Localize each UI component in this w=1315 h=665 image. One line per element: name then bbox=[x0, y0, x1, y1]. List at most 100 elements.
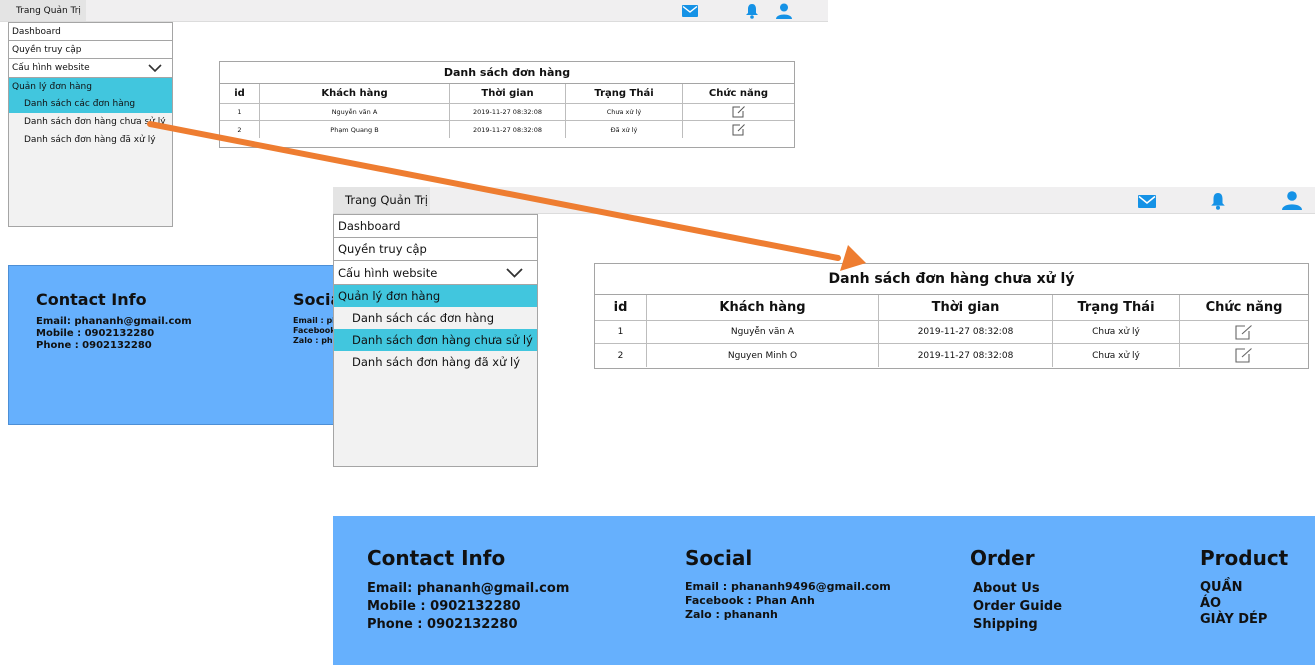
sidebar-item-access[interactable]: Quyền truy cập bbox=[334, 238, 537, 261]
sidebar-item-label: Cấu hình website bbox=[338, 265, 438, 280]
cell-customer: Nguyen Minh O bbox=[647, 344, 879, 367]
footer-contact-phone: Phone : 0902132280 bbox=[36, 340, 152, 351]
footer-link-about-us[interactable]: About Us bbox=[970, 580, 1062, 598]
cell-status: Chưa xử lý bbox=[1053, 344, 1180, 367]
footer-social-email[interactable]: Email : phananh9496@gmail.com bbox=[685, 580, 891, 594]
sidebar-item-label: Cấu hình website bbox=[12, 63, 90, 73]
sidebar-item-label: Quản lý đơn hàng bbox=[12, 81, 92, 92]
sidebar-item-label: Quản lý đơn hàng bbox=[338, 289, 441, 303]
brand-title: Trang Quản Trị bbox=[16, 5, 81, 16]
brand-tab[interactable]: Trang Quản Trị bbox=[333, 187, 430, 213]
footer-contact-phone: Phone : 0902132280 bbox=[367, 617, 518, 632]
footer-preview: Contact Info Email: phananh@gmail.com Mo… bbox=[8, 265, 443, 425]
footer-contact-mobile: Mobile : 0902132280 bbox=[36, 328, 155, 339]
footer-product-title: Product bbox=[1200, 546, 1289, 570]
footer-social-zalo[interactable]: Zalo : phananh bbox=[685, 608, 891, 622]
cell-time: 2019-11-27 08:32:08 bbox=[879, 321, 1053, 343]
footer-social: Social Email : phananh9496@gmail.com Fac… bbox=[685, 546, 891, 622]
mail-button[interactable] bbox=[680, 3, 700, 19]
notification-button[interactable] bbox=[742, 2, 762, 20]
cell-customer: Nguyễn văn A bbox=[647, 321, 879, 343]
sidebar-subitem-label: Danh sách các đơn hàng bbox=[24, 99, 136, 109]
table-row: 1 Nguyễn văn A 2019-11-27 08:32:08 Chưa … bbox=[595, 321, 1308, 344]
brand-tab[interactable]: Trang Quản Trị bbox=[0, 0, 86, 21]
sidebar-item-label: Dashboard bbox=[338, 219, 401, 233]
cell-actions bbox=[1180, 321, 1308, 343]
edit-icon[interactable] bbox=[1235, 324, 1253, 340]
footer-link-shirts[interactable]: ÁO bbox=[1200, 596, 1288, 612]
sidebar-item-website-config[interactable]: Cấu hình website bbox=[9, 59, 172, 78]
sidebar-item-label: Dashboard bbox=[12, 26, 61, 37]
table-title: Danh sách đơn hàng chưa xử lý bbox=[595, 264, 1308, 295]
top-bar-detail: Trang Quản Trị bbox=[333, 187, 1315, 214]
sidebar-subitem-pending-orders[interactable]: Danh sách đơn hàng chưa sử lý bbox=[9, 113, 172, 131]
sidebar-subitem-pending-orders[interactable]: Danh sách đơn hàng chưa sử lý bbox=[334, 329, 537, 351]
footer-contact: Contact Info Email: phananh@gmail.com Mo… bbox=[367, 546, 569, 634]
sidebar-item-access[interactable]: Quyền truy cập bbox=[9, 41, 172, 59]
cell-time: 2019-11-27 08:32:08 bbox=[450, 104, 566, 120]
cell-id: 2 bbox=[220, 121, 260, 138]
sidebar-item-order-management[interactable]: Quản lý đơn hàng bbox=[9, 78, 172, 95]
sidebar-item-website-config[interactable]: Cấu hình website bbox=[334, 261, 537, 285]
table-row: 2 Nguyen Minh O 2019-11-27 08:32:08 Chưa… bbox=[595, 344, 1308, 367]
sidebar-subitem-label: Danh sách các đơn hàng bbox=[352, 311, 494, 325]
sidebar-item-dashboard[interactable]: Dashboard bbox=[334, 215, 537, 238]
cell-id: 1 bbox=[595, 321, 647, 343]
cell-time: 2019-11-27 08:32:08 bbox=[879, 344, 1053, 367]
table-header-row: id Khách hàng Thời gian Trạng Thái Chức … bbox=[220, 84, 794, 104]
footer: Contact Info Email: phananh@gmail.com Mo… bbox=[333, 516, 1315, 665]
sidebar-subitem-label: Danh sách đơn hàng chưa sử lý bbox=[352, 333, 533, 347]
footer-link-shipping[interactable]: Shipping bbox=[970, 616, 1062, 634]
footer-contact: Contact Info Email: phananh@gmail.com Mo… bbox=[36, 290, 192, 352]
mail-icon bbox=[682, 5, 698, 17]
notification-button[interactable] bbox=[1207, 191, 1229, 211]
cell-status: Chưa xử lý bbox=[566, 104, 683, 120]
cell-id: 2 bbox=[595, 344, 647, 367]
cell-actions bbox=[1180, 344, 1308, 367]
edit-icon[interactable] bbox=[732, 106, 746, 118]
sidebar-subitem-label: Danh sách đơn hàng đã xử lý bbox=[352, 355, 521, 369]
edit-icon[interactable] bbox=[1235, 348, 1253, 363]
column-header-time: Thời gian bbox=[879, 295, 1053, 320]
table-row: 1 Nguyễn văn A 2019-11-27 08:32:08 Chưa … bbox=[220, 104, 794, 121]
column-header-status: Trạng Thái bbox=[566, 84, 683, 103]
edit-icon[interactable] bbox=[732, 123, 746, 136]
footer-order: Order About Us Order Guide Shipping bbox=[970, 546, 1062, 634]
sidebar-item-dashboard[interactable]: Dashboard bbox=[9, 23, 172, 41]
sidebar-subitem-all-orders[interactable]: Danh sách các đơn hàng bbox=[9, 95, 172, 113]
column-header-customer: Khách hàng bbox=[647, 295, 879, 320]
cell-actions bbox=[683, 104, 794, 120]
mail-icon bbox=[1138, 194, 1156, 208]
footer-contact-email: Email: phananh@gmail.com bbox=[367, 581, 570, 596]
sidebar-subitem-label: Danh sách đơn hàng chưa sử lý bbox=[24, 117, 166, 127]
footer-link-order-guide[interactable]: Order Guide bbox=[970, 598, 1062, 616]
user-icon bbox=[776, 3, 792, 19]
table-title: Danh sách đơn hàng bbox=[220, 62, 794, 84]
sidebar-detail: Dashboard Quyền truy cập Cấu hình websit… bbox=[333, 214, 538, 467]
footer-link-pants[interactable]: QUẦN bbox=[1200, 580, 1288, 596]
footer-social-facebook[interactable]: Facebook : Phan Anh bbox=[685, 594, 891, 608]
table-header-row: id Khách hàng Thời gian Trạng Thái Chức … bbox=[595, 295, 1308, 321]
column-header-id: id bbox=[220, 84, 260, 103]
user-button[interactable] bbox=[1281, 190, 1303, 211]
column-header-actions: Chức năng bbox=[1205, 300, 1283, 315]
chevron-down-icon[interactable] bbox=[506, 267, 523, 278]
cell-actions bbox=[683, 121, 794, 138]
footer-link-shoes[interactable]: GIÀY DÉP bbox=[1200, 612, 1288, 628]
user-button[interactable] bbox=[774, 2, 794, 20]
sidebar-item-order-management[interactable]: Quản lý đơn hàng bbox=[334, 285, 537, 307]
sidebar-subitem-processed-orders[interactable]: Danh sách đơn hàng đã xử lý bbox=[9, 131, 172, 149]
chevron-down-icon[interactable] bbox=[148, 64, 162, 72]
cell-time: 2019-11-27 08:32:08 bbox=[450, 121, 566, 138]
sidebar-item-label: Quyền truy cập bbox=[12, 44, 82, 55]
footer-contact-mobile: Mobile : 0902132280 bbox=[367, 599, 521, 614]
footer-contact-title: Contact Info bbox=[367, 546, 506, 570]
sidebar-subitem-processed-orders[interactable]: Danh sách đơn hàng đã xử lý bbox=[334, 351, 537, 373]
sidebar-subitem-all-orders[interactable]: Danh sách các đơn hàng bbox=[334, 307, 537, 329]
column-header-id: id bbox=[595, 295, 647, 320]
sidebar-item-label: Quyền truy cập bbox=[338, 242, 427, 256]
mail-button[interactable] bbox=[1136, 192, 1158, 210]
footer-contact-title: Contact Info bbox=[36, 290, 147, 309]
cell-status: Chưa xử lý bbox=[1053, 321, 1180, 343]
column-header-customer: Khách hàng bbox=[260, 84, 450, 103]
